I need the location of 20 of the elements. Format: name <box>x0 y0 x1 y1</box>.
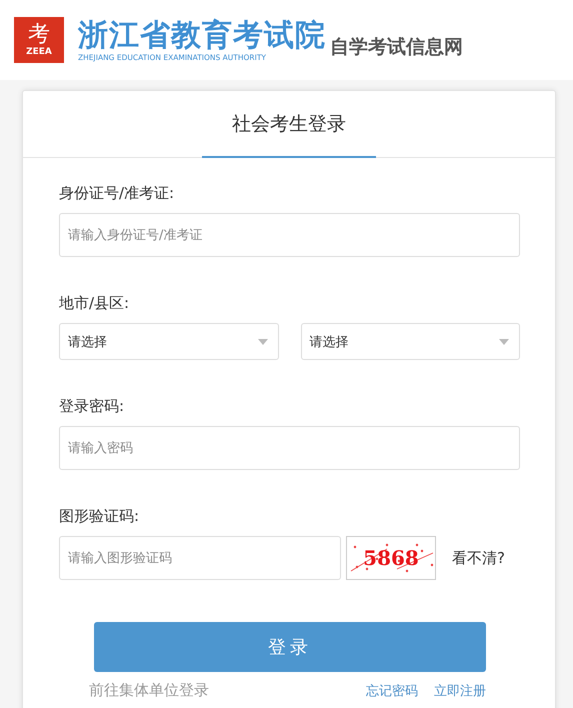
login-tab[interactable]: 社会考生登录 <box>202 91 376 158</box>
field-label: 地市/县区: <box>59 294 130 313</box>
field-label: 身份证号/准考证: <box>59 184 176 203</box>
group-login-link[interactable]: 前往集体单位登录 <box>89 681 209 700</box>
login-button[interactable]: 登录 <box>94 622 486 672</box>
field-label: 图形验证码: <box>59 507 140 526</box>
password-field[interactable]: 请输入密码 <box>59 426 520 470</box>
region-dropdown[interactable]: 请选择 <box>59 323 278 360</box>
region-dropdown[interactable]: 请选择 <box>300 323 520 360</box>
logo-icon: 考 ZEEA <box>14 17 64 63</box>
account-link[interactable]: 忘记密码 <box>366 682 418 700</box>
caret-icon <box>258 338 268 344</box>
account-link[interactable]: 立即注册 <box>434 682 486 700</box>
caret-icon <box>499 338 509 344</box>
refresh-captcha-link[interactable]: 看不清? <box>452 548 505 568</box>
site-title: 浙江省教育考试院 <box>78 18 326 52</box>
field-label: 登录密码: <box>59 397 126 416</box>
captcha-field[interactable]: 请输入图形验证码 <box>59 536 341 580</box>
site-name: 自学考试信息网 <box>330 35 463 60</box>
id-number-field[interactable]: 请输入身份证号/准考证 <box>59 213 520 257</box>
